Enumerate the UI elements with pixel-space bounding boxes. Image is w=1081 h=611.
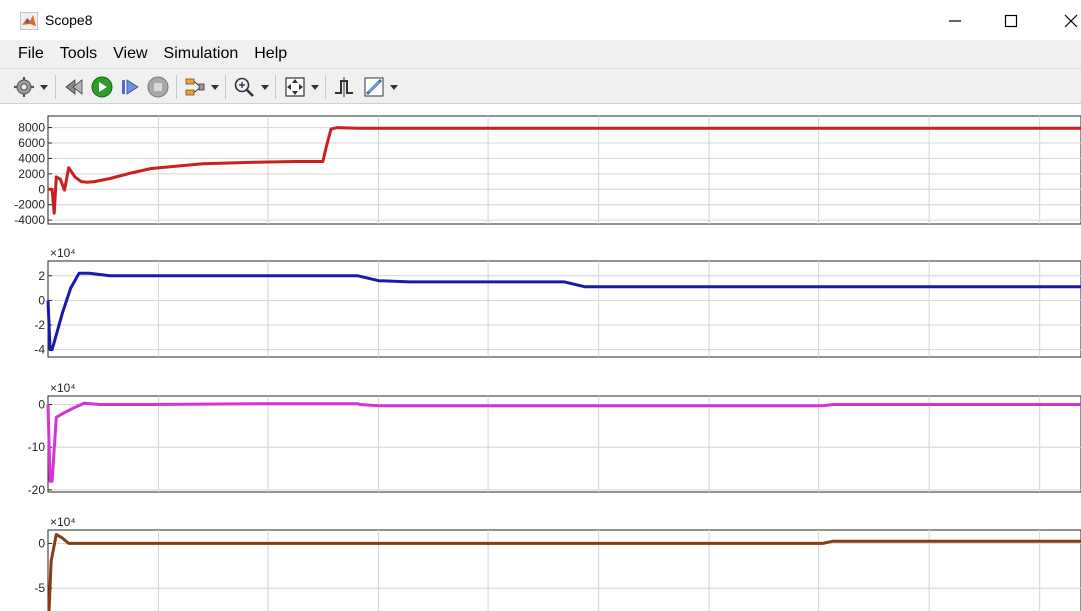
step-back-icon[interactable] <box>63 75 87 99</box>
toolbar-separator <box>55 75 56 99</box>
y-tick-label: -20 <box>28 483 46 497</box>
y-tick-label: 4000 <box>18 151 45 165</box>
zoom-icon[interactable] <box>232 75 256 99</box>
close-icon <box>1064 14 1078 28</box>
fit-dropdown-icon[interactable] <box>311 83 319 91</box>
y-tick-label: 0 <box>38 293 45 307</box>
menu-view[interactable]: View <box>113 45 147 63</box>
toolbar-separator <box>176 75 177 99</box>
signal-layout-icon[interactable] <box>183 75 207 99</box>
y-tick-label: 0 <box>38 536 45 550</box>
y-tick-label: 8000 <box>18 121 45 135</box>
layout-dropdown-icon[interactable] <box>211 83 219 91</box>
triggers-icon[interactable] <box>332 75 356 99</box>
maximize-button[interactable] <box>996 8 1026 34</box>
y-tick-label: 2 <box>38 269 45 283</box>
scope-plot-area: 8000 6000 4000 2000 0 -2000 -4000 2 0 -2 -4 ×10⁴ 0 -1… <box>0 104 1081 611</box>
menu-bar: File Tools View Simulation Help <box>0 40 1081 68</box>
y-tick-label: 0 <box>38 182 45 196</box>
step-forward-icon[interactable] <box>118 75 142 99</box>
matlab-logo-icon <box>20 12 38 30</box>
y-tick-label: -4 <box>34 343 45 357</box>
y-exponent-label: ×10⁴ <box>50 515 76 529</box>
menu-simulation[interactable]: Simulation <box>164 45 239 63</box>
run-icon[interactable] <box>90 75 114 99</box>
stop-icon[interactable] <box>146 75 170 99</box>
title-bar: Scope8 <box>0 0 1081 40</box>
y-tick-label: -5 <box>34 581 45 595</box>
maximize-icon <box>1004 14 1018 28</box>
y-exponent-label: ×10⁴ <box>50 246 76 260</box>
measurement-icon[interactable] <box>362 75 386 99</box>
axes-1[interactable] <box>47 115 1081 225</box>
fit-to-view-icon[interactable] <box>283 75 307 99</box>
y-tick-label: -2 <box>34 318 45 332</box>
menu-tools[interactable]: Tools <box>60 45 97 63</box>
toolbar <box>0 68 1081 104</box>
y-tick-label: -10 <box>28 440 46 454</box>
settings-dropdown-icon[interactable] <box>40 83 48 91</box>
y-tick-label: 2000 <box>18 167 45 181</box>
close-button[interactable] <box>1056 8 1081 34</box>
measurement-dropdown-icon[interactable] <box>390 83 398 91</box>
y-tick-label: -4000 <box>14 213 45 227</box>
y-tick-label: -2000 <box>14 198 45 212</box>
menu-file[interactable]: File <box>18 45 44 63</box>
toolbar-separator <box>325 75 326 99</box>
minimize-icon <box>949 20 961 22</box>
minimize-button[interactable] <box>940 8 970 34</box>
toolbar-separator <box>225 75 226 99</box>
settings-gear-icon[interactable] <box>12 75 36 99</box>
y-tick-label: 0 <box>38 398 45 412</box>
scope-plots-svg[interactable]: 80006000400020000-2000-400020-2-4×10⁴0-1… <box>0 104 1081 611</box>
toolbar-separator <box>275 75 276 99</box>
menu-help[interactable]: Help <box>254 45 287 63</box>
scope-window: Scope8 File Tools View Simulation Help 8… <box>0 0 1081 611</box>
axes-3[interactable] <box>47 395 1081 493</box>
y-exponent-label: ×10⁴ <box>50 381 76 395</box>
window-title: Scope8 <box>45 12 93 28</box>
zoom-dropdown-icon[interactable] <box>261 83 269 91</box>
y-tick-label: 6000 <box>18 136 45 150</box>
